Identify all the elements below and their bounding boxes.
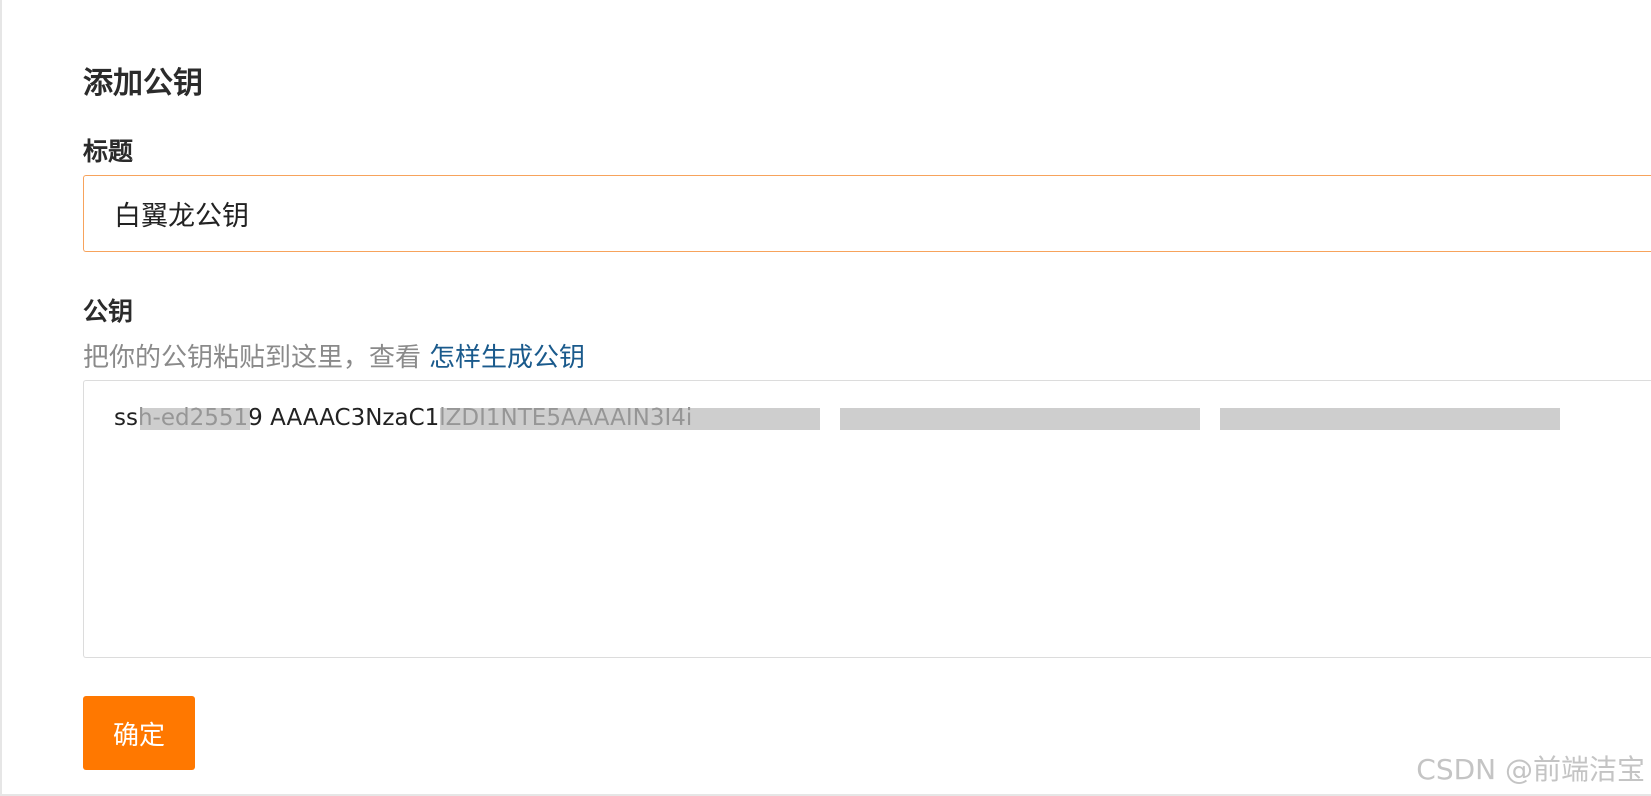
public-key-hint-text: 把你的公钥粘贴到这里，查看: [83, 343, 422, 373]
public-key-textarea[interactable]: ssh-ed25519 AAAAC3NzaC1lZDI1NTE5AAAAIN3I…: [83, 380, 1651, 658]
page-title: 添加公钥: [83, 66, 203, 101]
public-key-hint: 把你的公钥粘贴到这里，查看 怎样生成公钥: [83, 337, 585, 374]
public-key-label: 公钥: [83, 297, 134, 326]
title-input[interactable]: [83, 175, 1651, 252]
title-label: 标题: [83, 137, 134, 166]
how-to-generate-key-link[interactable]: 怎样生成公钥: [429, 343, 585, 373]
confirm-button[interactable]: 确定: [83, 696, 195, 770]
watermark: CSDN @前端洁宝: [1416, 753, 1645, 786]
